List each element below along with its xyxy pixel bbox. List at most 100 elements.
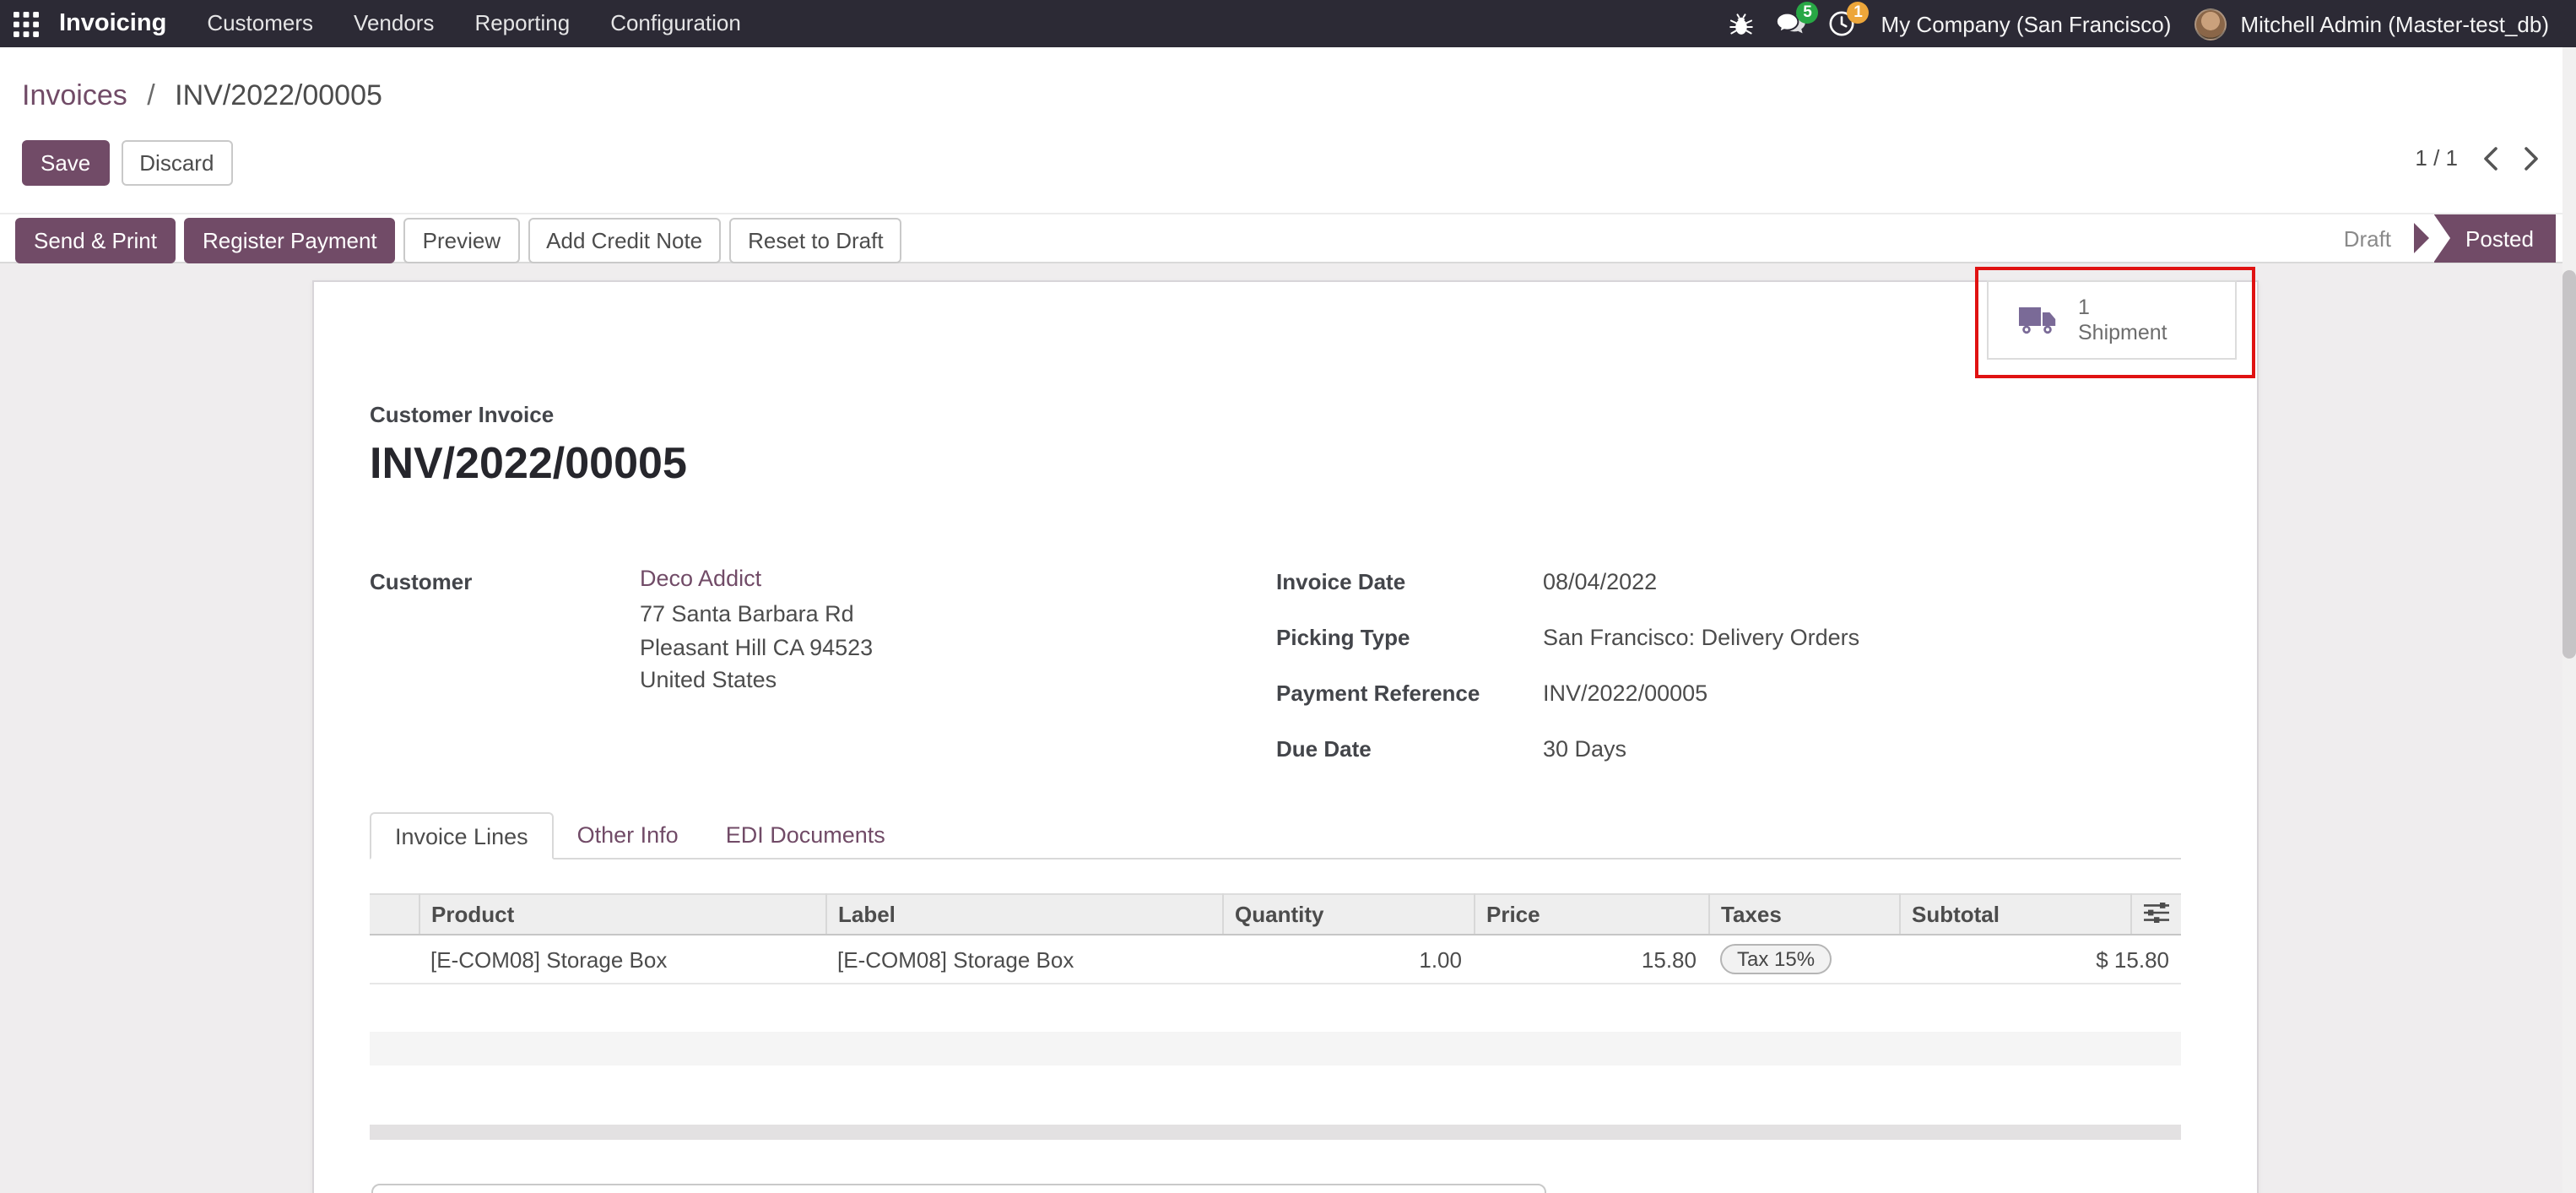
- user-menu[interactable]: Mitchell Admin (Master-test_db): [2227, 11, 2562, 36]
- pager-value[interactable]: 1 / 1: [2415, 145, 2458, 171]
- save-button[interactable]: Save: [22, 140, 109, 186]
- send-and-print-button[interactable]: Send & Print: [15, 218, 176, 263]
- customer-field-group: Customer Deco Addict 77 Santa Barbara Rd…: [370, 566, 873, 697]
- invoice-form-sheet: 1 Shipment Customer Invoice INV/2022/000…: [312, 280, 2259, 1193]
- record-action-buttons: Save Discard: [22, 140, 232, 186]
- customer-address-line-1: 77 Santa Barbara Rd: [640, 598, 873, 631]
- handle-column-header: [370, 894, 419, 935]
- divider-band: [370, 1125, 2181, 1140]
- activities-menu-button[interactable]: 1: [1817, 0, 1868, 47]
- apps-menu-button[interactable]: [0, 0, 51, 47]
- menu-configuration[interactable]: Configuration: [590, 0, 761, 47]
- row-handle-cell: [370, 935, 419, 984]
- column-header-subtotal[interactable]: Subtotal: [1899, 894, 2130, 935]
- totals-placeholder-band: [370, 1032, 2181, 1066]
- due-date-link[interactable]: 30 Days: [1543, 733, 1626, 765]
- debug-menu-button[interactable]: [1716, 0, 1767, 47]
- truck-icon: [2017, 304, 2058, 336]
- statusbar: Send & Print Register Payment Preview Ad…: [0, 213, 2576, 263]
- due-date-label: Due Date: [1276, 733, 1543, 765]
- statusbar-buttons: Send & Print Register Payment Preview Ad…: [15, 218, 902, 263]
- invoice-date-value[interactable]: 08/04/2022: [1543, 566, 1657, 598]
- scrollbar-track: [2562, 47, 2576, 1193]
- invoice-line-row[interactable]: [E-COM08] Storage Box [E-COM08] Storage …: [370, 935, 2181, 984]
- chevron-right-icon: [2524, 146, 2539, 170]
- terms-input-box[interactable]: [371, 1184, 1546, 1193]
- breadcrumb-current: INV/2022/00005: [175, 79, 382, 111]
- tab-other-info[interactable]: Other Info: [554, 812, 702, 858]
- register-payment-button[interactable]: Register Payment: [184, 218, 396, 263]
- reset-to-draft-button[interactable]: Reset to Draft: [729, 218, 901, 263]
- shipment-button-text: 1 Shipment: [2078, 295, 2167, 345]
- activities-count-badge: 1: [1848, 2, 1870, 24]
- field-picking-type: Picking Type San Francisco: Delivery Ord…: [1276, 621, 1859, 653]
- customer-link[interactable]: Deco Addict: [640, 566, 873, 591]
- bug-icon: [1729, 11, 1754, 36]
- customer-address-line-2: Pleasant Hill CA 94523: [640, 631, 873, 664]
- state-arrow-icon: [2413, 223, 2428, 253]
- field-due-date: Due Date 30 Days: [1276, 733, 1859, 765]
- column-header-product[interactable]: Product: [419, 894, 825, 935]
- document-type-label: Customer Invoice: [370, 402, 554, 427]
- customer-address-line-3: United States: [640, 664, 873, 697]
- state-draft[interactable]: Draft: [2344, 225, 2413, 251]
- cell-product[interactable]: [E-COM08] Storage Box: [419, 935, 825, 984]
- apps-grid-icon: [13, 11, 38, 36]
- column-header-taxes[interactable]: Taxes: [1708, 894, 1899, 935]
- cell-price[interactable]: 15.80: [1474, 935, 1708, 984]
- notebook-tabs: Invoice Lines Other Info EDI Documents: [370, 812, 2181, 860]
- field-invoice-date: Invoice Date 08/04/2022: [1276, 566, 1859, 598]
- table-header-row: Product Label Quantity Price Taxes Subto…: [370, 894, 2181, 935]
- messages-menu-button[interactable]: 5: [1767, 0, 1817, 47]
- invoice-lines-table: Product Label Quantity Price Taxes Subto…: [370, 893, 2181, 984]
- breadcrumb: Invoices / INV/2022/00005: [22, 79, 382, 113]
- tab-edi-documents[interactable]: EDI Documents: [702, 812, 909, 858]
- tax-badge[interactable]: Tax 15%: [1720, 944, 1832, 974]
- invoice-number-title: INV/2022/00005: [370, 437, 687, 490]
- shipment-smart-button[interactable]: 1 Shipment: [1987, 280, 2237, 360]
- discard-button[interactable]: Discard: [121, 140, 232, 186]
- preview-button[interactable]: Preview: [404, 218, 520, 263]
- messages-count-badge: 5: [1797, 2, 1819, 24]
- breadcrumb-separator: /: [147, 79, 154, 111]
- user-avatar[interactable]: [2194, 8, 2227, 40]
- menu-reporting[interactable]: Reporting: [454, 0, 590, 47]
- column-header-price[interactable]: Price: [1474, 894, 1708, 935]
- menu-vendors[interactable]: Vendors: [333, 0, 454, 47]
- breadcrumb-invoices-link[interactable]: Invoices: [22, 79, 127, 111]
- cell-taxes[interactable]: Tax 15%: [1708, 935, 1899, 984]
- control-panel: Invoices / INV/2022/00005 Save Discard 1…: [0, 47, 2576, 213]
- picking-type-label: Picking Type: [1276, 621, 1543, 653]
- tab-invoice-lines[interactable]: Invoice Lines: [370, 812, 554, 860]
- shipment-count: 1: [2078, 295, 2167, 320]
- invoice-detail-fields: Invoice Date 08/04/2022 Picking Type San…: [1276, 566, 1859, 789]
- invoice-date-label: Invoice Date: [1276, 566, 1543, 598]
- pager: 1 / 1: [2415, 145, 2539, 171]
- customer-value: Deco Addict 77 Santa Barbara Rd Pleasant…: [640, 566, 873, 697]
- payment-reference-value[interactable]: INV/2022/00005: [1543, 677, 1707, 709]
- optional-columns-button[interactable]: [2130, 894, 2181, 935]
- menu-customers[interactable]: Customers: [187, 0, 333, 47]
- sliders-icon: [2144, 901, 2169, 923]
- add-credit-note-button[interactable]: Add Credit Note: [528, 218, 721, 263]
- company-switcher[interactable]: My Company (San Francisco): [1868, 11, 2185, 36]
- content-area: 1 Shipment Customer Invoice INV/2022/000…: [0, 263, 2576, 1193]
- cell-quantity[interactable]: 1.00: [1222, 935, 1474, 984]
- payment-reference-label: Payment Reference: [1276, 677, 1543, 709]
- column-header-quantity[interactable]: Quantity: [1222, 894, 1474, 935]
- pager-previous-button[interactable]: [2483, 146, 2498, 170]
- picking-type-link[interactable]: San Francisco: Delivery Orders: [1543, 621, 1859, 653]
- column-header-label[interactable]: Label: [825, 894, 1222, 935]
- cell-subtotal[interactable]: $ 15.80: [1899, 935, 2181, 984]
- status-widget: Draft Posted: [2344, 214, 2556, 262]
- scrollbar-thumb[interactable]: [2562, 270, 2576, 659]
- state-posted[interactable]: Posted: [2433, 214, 2556, 263]
- app-name[interactable]: Invoicing: [59, 10, 166, 37]
- shipment-label: Shipment: [2078, 320, 2167, 345]
- navbar-systray: 5 1 My Company (San Francisco) Mitchell …: [1716, 0, 2576, 47]
- top-navbar: Invoicing Customers Vendors Reporting Co…: [0, 0, 2576, 47]
- customer-label: Customer: [370, 566, 640, 697]
- screen: Invoicing Customers Vendors Reporting Co…: [0, 0, 2576, 1193]
- cell-label[interactable]: [E-COM08] Storage Box: [825, 935, 1222, 984]
- pager-next-button[interactable]: [2524, 146, 2539, 170]
